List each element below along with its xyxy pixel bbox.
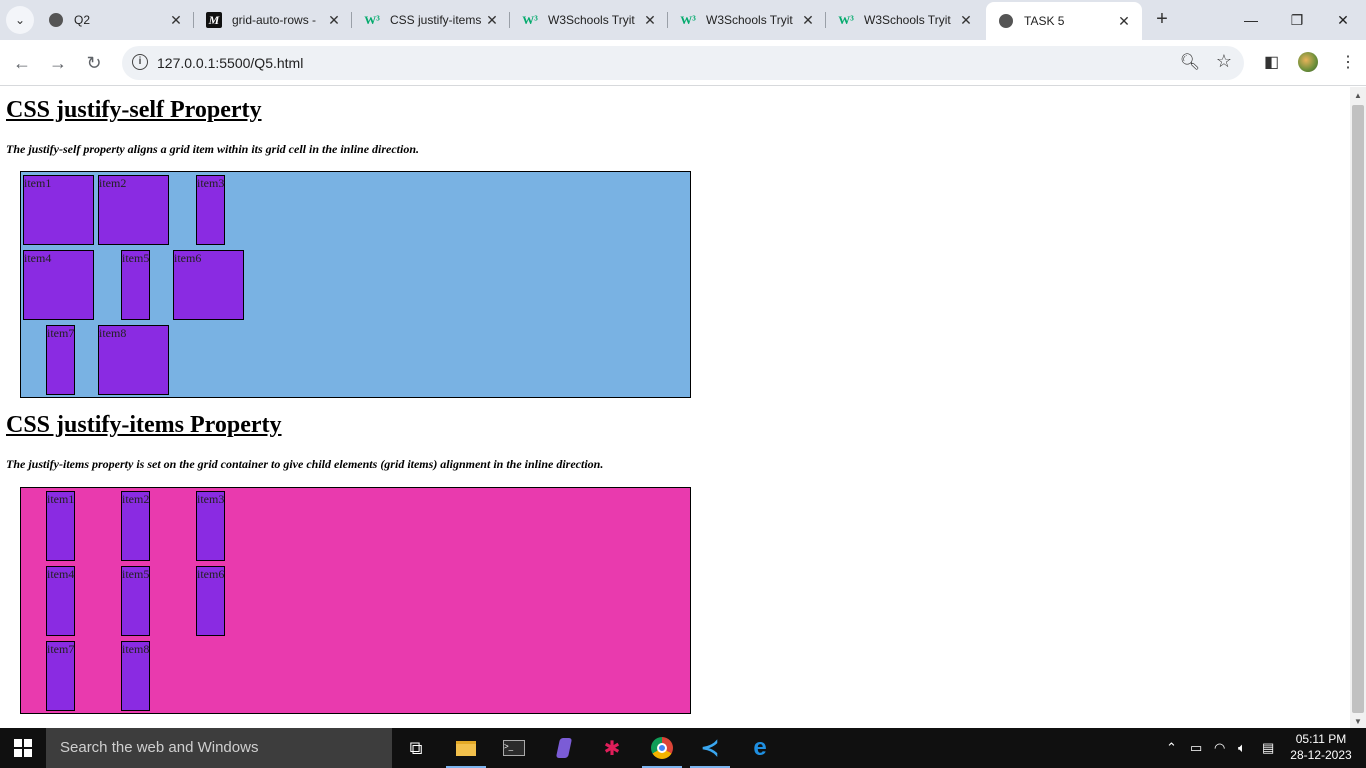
section2-description: The justify-items property is set on the… (6, 457, 604, 471)
tab-css-justify-items[interactable]: W³ CSS justify-items ✕ (352, 4, 510, 36)
grid-item: item6 (196, 566, 225, 636)
close-icon[interactable]: ✕ (798, 12, 818, 29)
tab-grid-auto-rows[interactable]: M grid-auto-rows - ✕ (194, 4, 352, 36)
grid-item: item6 (173, 250, 244, 320)
grid-item: item4 (23, 250, 94, 320)
address-bar[interactable]: i 127.0.0.1:5500/Q5.html 🔍︎ ☆ (122, 46, 1244, 80)
zoom-icon[interactable]: 🔍︎ (1180, 52, 1200, 72)
close-icon[interactable]: ✕ (482, 12, 502, 29)
close-icon[interactable]: ✕ (640, 12, 660, 29)
reload-icon: ↻ (86, 52, 102, 73)
tab-w3schools-tryit-2[interactable]: W³ W3Schools Tryit ✕ (668, 4, 826, 36)
volume-icon[interactable]: 🔈︎ (1238, 728, 1246, 768)
grid-item: item8 (98, 325, 169, 395)
clock-date: 28-12-2023 (1290, 748, 1352, 762)
globe-icon (998, 13, 1014, 29)
forward-button[interactable]: → (44, 49, 72, 77)
m-icon: M (206, 12, 222, 28)
terminal-icon[interactable]: >_ (490, 728, 538, 768)
arrow-left-icon: ← (13, 52, 31, 73)
back-button[interactable]: ← (8, 49, 36, 77)
edge-icon[interactable]: e (736, 728, 784, 768)
tab-task5[interactable]: TASK 5 ✕ (986, 2, 1142, 40)
justify-self-grid: item1 item2 item3 item4 item5 item6 item… (20, 171, 691, 398)
w3-icon: W³ (680, 12, 696, 27)
avatar[interactable] (1298, 52, 1318, 72)
close-icon[interactable]: ✕ (956, 12, 976, 29)
grid-item: item4 (46, 566, 75, 636)
scroll-down-icon[interactable]: ▼ (1354, 717, 1362, 726)
file-explorer-icon[interactable] (442, 728, 490, 768)
task-view-icon[interactable]: ⧉ (392, 728, 440, 768)
reload-button[interactable]: ↻ (80, 49, 108, 77)
close-icon[interactable]: ✕ (324, 12, 344, 29)
section2-heading: CSS justify-items Property (6, 412, 282, 438)
grid-item: item3 (196, 491, 225, 561)
slack-icon[interactable]: ✱ (588, 728, 636, 768)
star-icon[interactable]: ☆ (1216, 51, 1232, 72)
close-window-button[interactable]: ✕ (1320, 0, 1366, 40)
tab-title: W3Schools Tryit (864, 13, 951, 27)
taskbar-search-input[interactable]: Search the web and Windows (46, 728, 392, 768)
grid-item: item1 (23, 175, 94, 245)
obsidian-icon[interactable] (540, 728, 588, 768)
grid-item: item7 (46, 325, 75, 395)
grid-item: item2 (98, 175, 169, 245)
show-hidden-icons[interactable]: ⌃ (1166, 728, 1177, 768)
battery-icon[interactable]: ▭ (1190, 728, 1202, 768)
w3-icon: W³ (364, 12, 380, 27)
arrow-right-icon: → (49, 52, 67, 73)
tab-title: TASK 5 (1024, 14, 1065, 28)
section1-heading: CSS justify-self Property (6, 97, 262, 123)
new-tab-button[interactable]: + (1150, 8, 1174, 32)
grid-item: item8 (121, 641, 150, 711)
clock-time: 05:11 PM (1295, 732, 1347, 746)
w3-icon: W³ (838, 12, 854, 27)
tab-title: grid-auto-rows - (232, 13, 317, 27)
tab-title: Q2 (74, 13, 91, 27)
tab-q2[interactable]: Q2 ✕ (36, 4, 194, 36)
tab-strip: ⌄ Q2 ✕ M grid-auto-rows - ✕ W³ CSS justi… (0, 0, 1366, 40)
menu-icon[interactable]: ⋮ (1340, 52, 1356, 72)
tab-title: CSS justify-items (390, 13, 482, 27)
section1-description: The justify-self property aligns a grid … (6, 142, 420, 156)
url-text[interactable]: 127.0.0.1:5500/Q5.html (157, 55, 303, 71)
side-panel-icon[interactable]: ◧ (1264, 52, 1279, 72)
vscode-icon[interactable]: ≺ (686, 728, 734, 768)
grid-item: item1 (46, 491, 75, 561)
close-icon[interactable]: ✕ (166, 12, 186, 29)
scrollbar-thumb[interactable] (1352, 105, 1364, 713)
notification-icon[interactable]: ▤ (1262, 728, 1274, 768)
globe-icon (48, 12, 64, 28)
restore-button[interactable]: ❐ (1274, 0, 1320, 40)
justify-items-grid: item1 item2 item3 item4 item5 item6 item… (20, 487, 691, 714)
minimize-button[interactable]: — (1228, 0, 1274, 40)
taskbar: Search the web and Windows ⧉ >_ ✱ ≺ e ⌃ … (0, 728, 1366, 768)
chrome-icon[interactable] (638, 728, 686, 768)
grid-item: item5 (121, 250, 150, 320)
chevron-down-icon: ⌄ (14, 13, 26, 27)
scroll-up-icon[interactable]: ▲ (1354, 91, 1362, 100)
grid-item: item5 (121, 566, 150, 636)
tab-title: W3Schools Tryit (548, 13, 635, 27)
tab-search-button[interactable]: ⌄ (6, 6, 34, 34)
w3-icon: W³ (522, 12, 538, 27)
grid-item: item2 (121, 491, 150, 561)
grid-item: item7 (46, 641, 75, 711)
close-icon[interactable]: ✕ (1114, 13, 1134, 30)
windows-start-icon[interactable] (14, 739, 32, 757)
page-viewport: CSS justify-self Property The justify-se… (0, 87, 1350, 728)
page-scrollbar[interactable]: ▲ ▼ (1350, 87, 1366, 728)
wifi-icon[interactable]: ◠ (1214, 728, 1225, 768)
tab-w3schools-tryit-1[interactable]: W³ W3Schools Tryit ✕ (510, 4, 668, 36)
tab-title: W3Schools Tryit (706, 13, 793, 27)
taskbar-clock[interactable]: 05:11 PM 28-12-2023 (1286, 731, 1356, 763)
browser-toolbar: ← → ↻ i 127.0.0.1:5500/Q5.html 🔍︎ ☆ ◧ ⋮ (0, 40, 1366, 86)
info-icon[interactable]: i (132, 54, 148, 70)
tab-w3schools-tryit-3[interactable]: W³ W3Schools Tryit ✕ (826, 4, 984, 36)
grid-item: item3 (196, 175, 225, 245)
